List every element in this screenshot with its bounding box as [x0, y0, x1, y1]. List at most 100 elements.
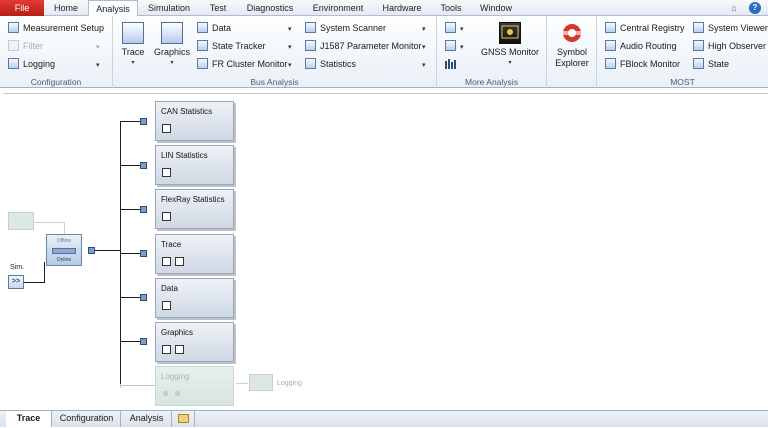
- block-can-statistics[interactable]: CAN Statistics: [155, 101, 234, 141]
- tab-home[interactable]: Home: [46, 0, 86, 16]
- data-button[interactable]: Data: [197, 20, 231, 36]
- system-scanner-dropdown-arrow-icon[interactable]: ▾: [422, 25, 426, 33]
- node-lin-statistics[interactable]: [140, 162, 147, 169]
- window-icon: [445, 22, 456, 33]
- new-desktop-tab-button[interactable]: [173, 411, 195, 427]
- more-analysis-signal-button[interactable]: [445, 56, 461, 72]
- logging-file-folder-icon[interactable]: [249, 374, 273, 391]
- hub-output-node[interactable]: [88, 247, 95, 254]
- audio-routing-button[interactable]: Audio Routing: [605, 38, 677, 54]
- online-label: Online: [56, 257, 72, 263]
- block-lin-statistics[interactable]: LIN Statistics: [155, 145, 234, 185]
- node-trace[interactable]: [140, 250, 147, 257]
- desktop-tab-configuration[interactable]: Configuration: [53, 411, 121, 427]
- group-bus-analysis: Trace ▾ Graphics ▾ Data ▾ State Tracker …: [113, 16, 437, 88]
- tab-tools[interactable]: Tools: [432, 0, 470, 16]
- offline-source-folder-icon[interactable]: [8, 212, 34, 230]
- j1587-parameter-monitor-icon: [305, 40, 316, 51]
- symbol-explorer-icon: [561, 22, 583, 44]
- more-analysis-window-button-1[interactable]: ▾: [445, 20, 464, 36]
- block-title: Logging: [161, 372, 190, 381]
- tab-file[interactable]: File: [0, 0, 44, 16]
- system-viewer-button[interactable]: System Viewer: [693, 20, 768, 36]
- high-observer-icon: [693, 40, 704, 51]
- filter-block-icon[interactable]: [175, 345, 184, 354]
- node-can-statistics[interactable]: [140, 118, 147, 125]
- symbol-explorer-button[interactable]: Symbol Explorer: [551, 22, 593, 69]
- system-scanner-button[interactable]: System Scanner: [305, 20, 386, 36]
- tab-diagnostics[interactable]: Diagnostics: [238, 0, 302, 16]
- data-dropdown-arrow-icon[interactable]: ▾: [288, 25, 292, 33]
- central-registry-icon: [605, 22, 616, 33]
- state-tracker-dropdown-arrow-icon[interactable]: ▾: [288, 43, 292, 51]
- offline-link-vertical: [64, 222, 65, 234]
- trace-button[interactable]: Trace ▾: [117, 22, 149, 69]
- group-symbol-explorer: Symbol Explorer: [547, 16, 597, 88]
- filter-block-icon[interactable]: [175, 257, 184, 266]
- tab-window[interactable]: Window: [472, 0, 520, 16]
- audio-routing-icon: [605, 40, 616, 51]
- logging-icon: [8, 58, 19, 69]
- branch-trace: [120, 253, 140, 254]
- state-tracker-icon: [197, 40, 208, 51]
- block-graphics[interactable]: Graphics: [155, 322, 234, 362]
- tab-test[interactable]: Test: [200, 0, 236, 16]
- trace-window-icon[interactable]: [162, 257, 171, 266]
- sim-label: Sim.: [10, 264, 24, 271]
- central-registry-button[interactable]: Central Registry: [605, 20, 685, 36]
- measurement-setup-icon: [8, 22, 19, 33]
- logging-button[interactable]: Logging: [8, 56, 55, 72]
- fr-cluster-monitor-button[interactable]: FR Cluster Monitor: [197, 56, 288, 72]
- trace-icon: [122, 22, 144, 44]
- block-trace[interactable]: Trace: [155, 234, 234, 274]
- desktop-tab-trace[interactable]: Trace: [6, 411, 52, 427]
- tab-simulation[interactable]: Simulation: [140, 0, 198, 16]
- help-icon[interactable]: ?: [749, 2, 761, 14]
- node-flexray-statistics[interactable]: [140, 206, 147, 213]
- sim-source-button[interactable]: >>: [8, 275, 24, 289]
- fblock-monitor-button[interactable]: FBlock Monitor: [605, 56, 680, 72]
- statistics-button[interactable]: Statistics: [305, 56, 356, 72]
- graphics-icon: [161, 22, 183, 44]
- graphics-window-icon[interactable]: [162, 345, 171, 354]
- fblock-monitor-icon: [605, 58, 616, 69]
- online-offline-switch[interactable]: Offline Online: [46, 234, 82, 266]
- new-desktop-icon: [178, 414, 189, 423]
- state-button[interactable]: State: [693, 56, 729, 72]
- desktop-tab-analysis[interactable]: Analysis: [122, 411, 172, 427]
- filter-dropdown-arrow-icon[interactable]: ▾: [96, 43, 100, 51]
- measurement-setup-button[interactable]: Measurement Setup: [8, 20, 104, 36]
- statistics-window-icon[interactable]: [162, 168, 171, 177]
- tab-hardware[interactable]: Hardware: [374, 0, 430, 16]
- group-more-analysis: ▾ ▾ GNSS Monitor ▾ More Analysis: [437, 16, 547, 88]
- gnss-monitor-button[interactable]: GNSS Monitor ▾: [479, 22, 541, 69]
- restore-ribbon-icon[interactable]: ⌂: [728, 2, 740, 14]
- tab-analysis[interactable]: Analysis: [88, 0, 138, 17]
- node-data[interactable]: [140, 294, 147, 301]
- sim-link-vertical: [44, 262, 45, 283]
- block-logging[interactable]: Logging: [155, 366, 234, 406]
- block-title: Data: [161, 284, 178, 293]
- block-data[interactable]: Data: [155, 278, 234, 318]
- node-graphics[interactable]: [140, 338, 147, 345]
- tab-environment[interactable]: Environment: [304, 0, 372, 16]
- filter-button[interactable]: Filter: [8, 38, 43, 54]
- block-flexray-statistics[interactable]: FlexRay Statistics: [155, 189, 234, 229]
- statistics-window-icon[interactable]: [162, 124, 171, 133]
- branch-graphics: [120, 341, 140, 342]
- statistics-dropdown-arrow-icon[interactable]: ▾: [422, 61, 426, 69]
- state-tracker-button[interactable]: State Tracker: [197, 38, 266, 54]
- branch-can-statistics: [120, 121, 140, 122]
- ribbon-tab-strip: File Home Analysis Simulation Test Diagn…: [0, 0, 768, 17]
- j1587-parameter-monitor-button[interactable]: J1587 Parameter Monitor: [305, 38, 422, 54]
- graphics-button[interactable]: Graphics ▾: [153, 22, 191, 69]
- data-window-icon[interactable]: [162, 301, 171, 310]
- statistics-window-icon[interactable]: [162, 212, 171, 221]
- window-list-icon: [445, 40, 456, 51]
- j1587-dropdown-arrow-icon[interactable]: ▾: [422, 43, 426, 51]
- high-observer-button[interactable]: High Observer: [693, 38, 766, 54]
- logging-dropdown-arrow-icon[interactable]: ▾: [96, 61, 100, 69]
- more-analysis-window-button-2[interactable]: ▾: [445, 38, 464, 54]
- measurement-setup-workspace[interactable]: Sim. >> Offline Online CAN Statistics LI…: [3, 93, 768, 410]
- fr-cluster-monitor-dropdown-arrow-icon[interactable]: ▾: [288, 61, 292, 69]
